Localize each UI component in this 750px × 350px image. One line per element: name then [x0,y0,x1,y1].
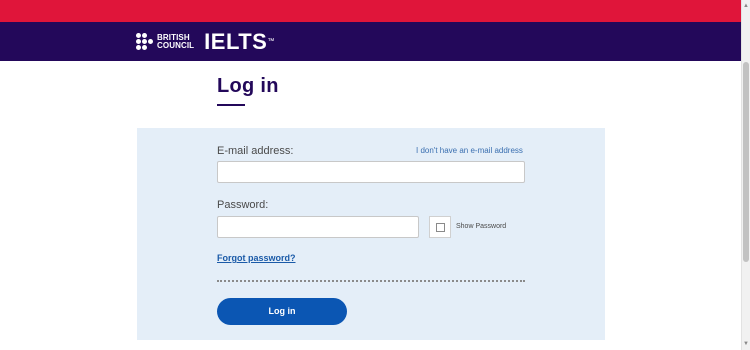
email-field[interactable] [217,161,525,183]
british-council-wordmark: BRITISH COUNCIL [157,34,194,50]
british-council-dots-icon [136,33,154,51]
email-label: E-mail address: [217,145,294,157]
top-red-stripe [0,0,741,22]
no-email-link[interactable]: I don't have an e-mail address [416,146,523,155]
ielts-wordmark: IELTS™ [204,31,275,53]
show-password-label: Show Password [456,223,507,230]
ielts-login-page: BRITISH COUNCIL IELTS™ ▲ ▼ Log in E-mail… [0,0,750,350]
password-label: Password: [217,199,269,211]
vertical-scrollbar[interactable]: ▲ ▼ [741,0,750,350]
trademark-symbol: ™ [267,38,275,45]
scroll-down-icon[interactable]: ▼ [743,340,749,348]
show-password-toggle[interactable] [429,216,451,238]
scrollbar-thumb[interactable] [743,62,749,262]
checkbox-icon[interactable] [436,223,445,232]
brand-line-2: COUNCIL [157,41,195,50]
login-button[interactable]: Log in [217,298,347,325]
brand-header-bar [0,22,741,61]
site-logo[interactable]: BRITISH COUNCIL IELTS™ [136,31,275,53]
ielts-product-name: IELTS [204,29,268,54]
scroll-up-icon[interactable]: ▲ [743,2,749,10]
page-title: Log in [217,75,279,97]
password-field[interactable] [217,216,419,238]
forgot-password-link[interactable]: Forgot password? [217,253,296,263]
title-underline [217,104,245,106]
dotted-divider [217,280,525,282]
